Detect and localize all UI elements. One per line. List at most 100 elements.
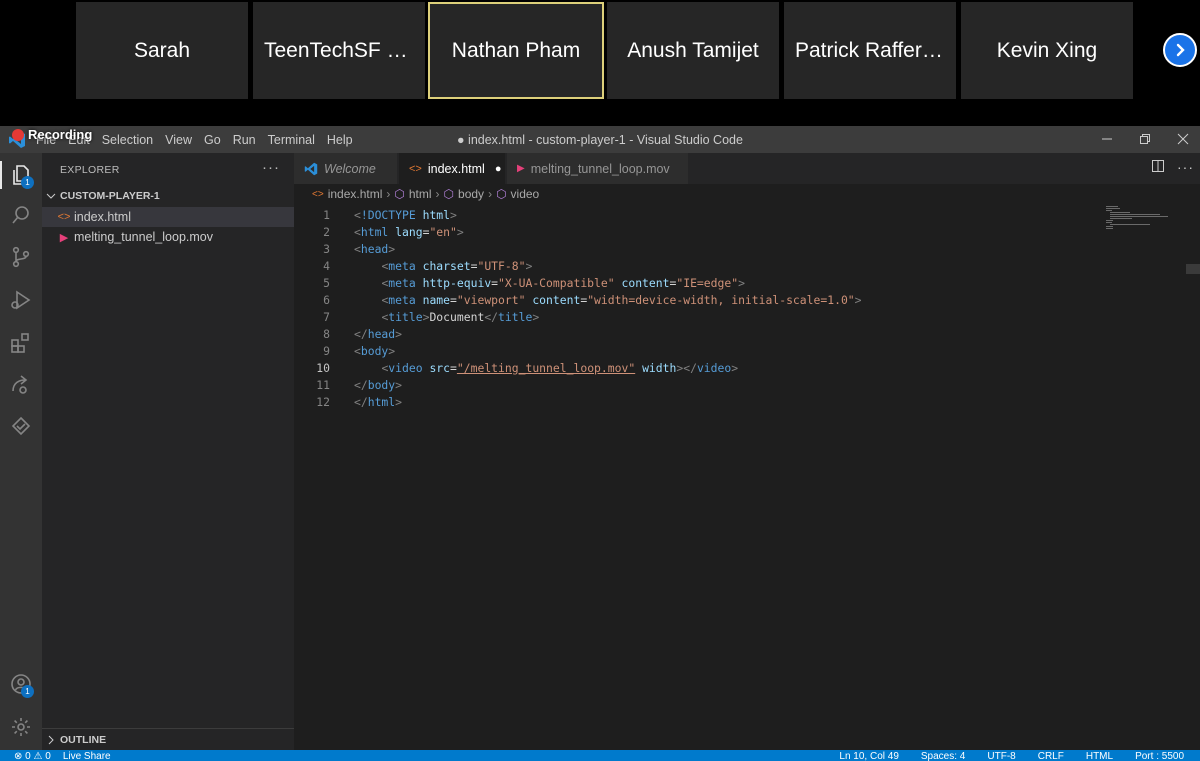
activity-bar: 1 1 bbox=[0, 153, 42, 750]
participant-tile[interactable]: Patrick Raffert... bbox=[784, 2, 956, 99]
breadcrumb-item[interactable]: index.html bbox=[328, 187, 383, 201]
line-number: 7 bbox=[323, 309, 330, 324]
live-server-port[interactable]: Port : 5500 bbox=[1135, 751, 1184, 761]
encoding-status[interactable]: UTF-8 bbox=[987, 751, 1015, 761]
media-icon: ▶ bbox=[517, 163, 525, 174]
breadcrumb-item[interactable]: body bbox=[458, 187, 484, 201]
minimap-preview bbox=[1106, 206, 1168, 229]
line-number: 12 bbox=[316, 394, 330, 409]
source-control-icon bbox=[12, 246, 30, 268]
file-name: melting_tunnel_loop.mov bbox=[74, 230, 213, 244]
outline-section-header[interactable]: OUTLINE bbox=[42, 728, 294, 750]
code-text: <video src="/melting_tunnel_loop.mov" wi… bbox=[381, 360, 739, 375]
file-item-index-html[interactable]: <> index.html bbox=[42, 207, 294, 227]
participant-tile-active-speaker[interactable]: Nathan Pham bbox=[428, 2, 604, 99]
accounts-activity[interactable]: 1 bbox=[0, 666, 42, 702]
folder-header[interactable]: CUSTOM-PLAYER-1 bbox=[42, 186, 294, 205]
minimize-button[interactable] bbox=[1096, 130, 1118, 148]
participant-tile[interactable]: TeenTechSF L... bbox=[253, 2, 425, 99]
code-line[interactable]: 2 <html lang="en"> bbox=[294, 223, 1094, 240]
search-activity[interactable] bbox=[0, 197, 42, 233]
record-dot-icon bbox=[12, 128, 24, 141]
participant-name: Nathan Pham bbox=[451, 38, 581, 62]
restore-button[interactable] bbox=[1134, 130, 1156, 148]
tab-index-html[interactable]: <> index.html ● bbox=[399, 153, 506, 184]
chevron-down-icon bbox=[42, 191, 60, 201]
code-line[interactable]: 1 <!DOCTYPE html> bbox=[294, 206, 1094, 223]
code-text: <body> bbox=[354, 343, 396, 358]
window-title: ● index.html - custom-player-1 - Visual … bbox=[457, 133, 743, 147]
code-line[interactable]: 8 </head> bbox=[294, 325, 1094, 342]
chevron-right-icon: › bbox=[435, 187, 440, 201]
next-page-button[interactable] bbox=[1163, 33, 1197, 67]
code-text: <html lang="en"> bbox=[354, 224, 464, 239]
element-icon: ⬡ bbox=[394, 187, 405, 201]
element-icon: ⬡ bbox=[496, 187, 507, 201]
participant-tile[interactable]: Kevin Xing bbox=[961, 2, 1133, 99]
code-line[interactable]: 12 </html> bbox=[294, 393, 1094, 410]
unsaved-dot-icon[interactable]: ● bbox=[495, 163, 502, 175]
code-line[interactable]: 4 <meta charset="UTF-8"> bbox=[294, 257, 1094, 274]
eol-status[interactable]: CRLF bbox=[1038, 751, 1064, 761]
live-share-status[interactable]: Live Share bbox=[63, 751, 111, 761]
cursor-position[interactable]: Ln 10, Col 49 bbox=[839, 751, 899, 761]
live-share-activity[interactable] bbox=[0, 367, 42, 403]
code-line[interactable]: 3 <head> bbox=[294, 240, 1094, 257]
line-number: 6 bbox=[323, 292, 330, 307]
code-text: <meta charset="UTF-8"> bbox=[381, 258, 533, 273]
more-actions-button[interactable]: ··· bbox=[262, 159, 280, 176]
split-editor-icon bbox=[1152, 160, 1164, 172]
html-icon: <> bbox=[312, 188, 324, 200]
code-line[interactable]: 11 </body> bbox=[294, 376, 1094, 393]
tab-melting-tunnel-loop[interactable]: ▶ melting_tunnel_loop.mov bbox=[507, 153, 689, 184]
extensions-activity[interactable] bbox=[0, 325, 42, 361]
restore-icon bbox=[1140, 134, 1150, 144]
line-number: 2 bbox=[323, 224, 330, 239]
line-number: 10 bbox=[316, 360, 330, 375]
vscode-window: File Edit Selection View Go Run Terminal… bbox=[0, 126, 1200, 761]
run-debug-icon bbox=[11, 290, 31, 310]
code-text: </head> bbox=[354, 326, 403, 341]
problems-status[interactable]: ⊗ 0 ⚠ 0 bbox=[14, 751, 51, 761]
minimize-icon bbox=[1102, 138, 1112, 140]
participant-name: TeenTechSF L... bbox=[264, 38, 414, 62]
live-share-icon bbox=[12, 375, 28, 394]
tab-welcome[interactable]: Welcome bbox=[294, 153, 398, 184]
code-text: <meta name="viewport" content="width=dev… bbox=[381, 292, 862, 307]
code-line[interactable]: 9 <body> bbox=[294, 342, 1094, 359]
code-line[interactable]: 7 <title>Document</title> bbox=[294, 308, 1094, 325]
code-line[interactable]: 6 <meta name="viewport" content="width=d… bbox=[294, 291, 1094, 308]
window-controls bbox=[1096, 130, 1194, 148]
minimap[interactable] bbox=[1102, 204, 1192, 234]
line-number: 5 bbox=[323, 275, 330, 290]
file-name: index.html bbox=[74, 210, 131, 224]
testing-activity[interactable] bbox=[0, 409, 42, 445]
split-editor-button[interactable] bbox=[1151, 159, 1165, 176]
scrollbar-thumb[interactable] bbox=[1186, 264, 1200, 274]
editor-actions: ··· bbox=[1151, 159, 1194, 176]
indentation-status[interactable]: Spaces: 4 bbox=[921, 751, 965, 761]
breadcrumb-item[interactable]: video bbox=[511, 187, 540, 201]
close-icon bbox=[1177, 133, 1189, 145]
file-item-melting-tunnel-loop[interactable]: ▶ melting_tunnel_loop.mov bbox=[42, 227, 294, 247]
code-line[interactable]: 10 <video src="/melting_tunnel_loop.mov"… bbox=[294, 359, 1094, 376]
manage-activity[interactable] bbox=[0, 709, 42, 745]
participant-name: Anush Tamijet bbox=[627, 38, 759, 62]
run-debug-activity[interactable] bbox=[0, 282, 42, 318]
more-actions-button[interactable]: ··· bbox=[1177, 159, 1194, 176]
code-editor[interactable]: 1 <!DOCTYPE html> 2 <html lang="en"> 3 <head>… bbox=[294, 204, 1094, 750]
language-mode[interactable]: HTML bbox=[1086, 751, 1113, 761]
explorer-activity[interactable]: 1 bbox=[0, 157, 42, 193]
breadcrumb-item[interactable]: html bbox=[409, 187, 432, 201]
participant-tile[interactable]: Sarah bbox=[76, 2, 248, 99]
accounts-badge: 1 bbox=[21, 685, 34, 698]
participant-tile[interactable]: Anush Tamijet bbox=[607, 2, 779, 99]
chevron-right-icon bbox=[1176, 43, 1185, 57]
code-text: <title>Document</title> bbox=[381, 309, 540, 324]
source-control-activity[interactable] bbox=[0, 239, 42, 275]
participant-name: Patrick Raffert... bbox=[795, 38, 945, 62]
editor-scrollbar[interactable] bbox=[1186, 204, 1200, 750]
close-button[interactable] bbox=[1172, 130, 1194, 148]
title-bar: File Edit Selection View Go Run Terminal… bbox=[0, 126, 1200, 153]
code-line[interactable]: 5 <meta http-equiv="X-UA-Compatible" con… bbox=[294, 274, 1094, 291]
